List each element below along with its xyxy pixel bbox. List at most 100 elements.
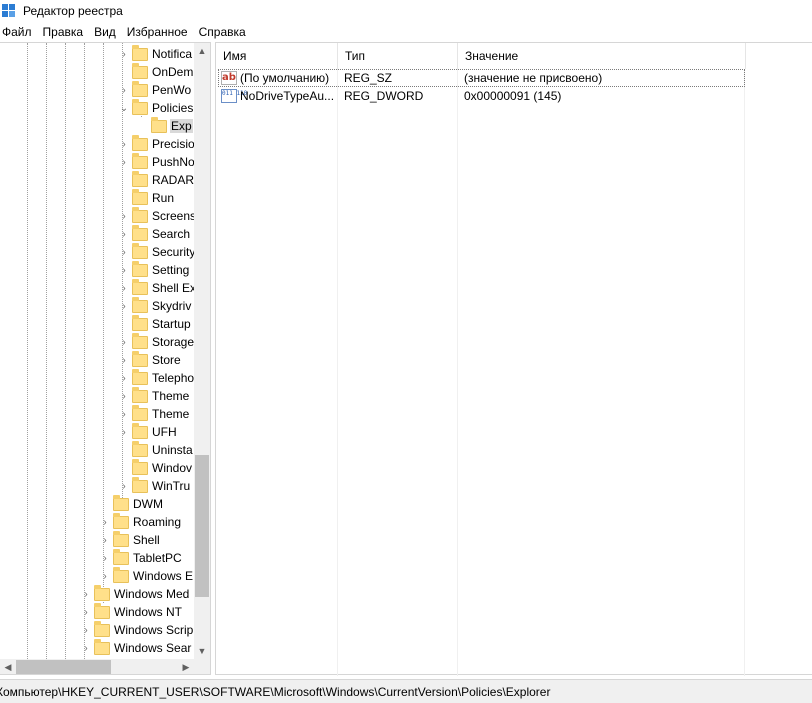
scroll-down-arrow-icon[interactable]: ▼ [194,643,210,659]
tree-item[interactable]: › Windows E [99,566,194,585]
tree-item[interactable]: Windov [118,458,193,477]
tree-item[interactable]: › Windows Sear [80,638,192,657]
expand-chevron-icon[interactable]: › [118,45,130,63]
expand-chevron-icon[interactable]: › [99,549,111,567]
tree-item[interactable]: › Skydriv [118,296,192,315]
expand-chevron-icon[interactable]: › [118,369,130,387]
menu-view[interactable]: Вид [91,25,121,39]
tree-item[interactable]: › TabletPC [99,548,183,567]
tree-item[interactable]: OnDem [118,62,194,81]
tree-item[interactable]: Run [118,188,175,207]
tree-item-label: Windows NT [114,605,183,619]
tree-item-label: PenWo [152,83,192,97]
tree-item[interactable]: › Windows Scrip [80,620,194,639]
tree-horizontal-scroll-thumb[interactable] [16,660,111,674]
folder-icon [113,512,129,529]
expand-chevron-icon[interactable]: › [118,477,130,495]
tree-item-label: Policies [152,101,194,115]
menu-file[interactable]: Файл [0,25,37,39]
tree-item[interactable]: › Shell Ex [118,278,194,297]
tree-item[interactable]: › PenWo [118,80,192,99]
scroll-up-arrow-icon[interactable]: ▲ [194,43,210,59]
column-value-header[interactable]: Значение [458,43,746,69]
tree-item[interactable]: › WinTru [118,476,191,495]
menu-help[interactable]: Справка [196,25,251,39]
tree-item[interactable]: › PushNo [118,152,194,171]
value-name-cell: ab (По умолчанию) [221,70,339,86]
tree-item[interactable]: › UFH [118,422,178,441]
tree-item[interactable]: › Roaming [99,512,182,531]
expand-chevron-icon[interactable]: › [80,639,92,657]
folder-icon [113,494,129,511]
expand-chevron-icon[interactable]: › [118,297,130,315]
expand-chevron-icon[interactable]: › [80,585,92,603]
menu-favorites[interactable]: Избранное [124,25,193,39]
value-data-cell: 0x00000091 (145) [464,88,744,104]
column-separator [337,69,338,676]
expand-chevron-icon[interactable]: › [99,567,111,585]
expand-chevron-icon[interactable]: › [118,333,130,351]
menu-edit[interactable]: Правка [40,25,89,39]
expand-chevron-icon[interactable]: › [80,621,92,639]
expand-chevron-icon[interactable]: › [80,603,92,621]
tree-item[interactable]: Exp [137,116,193,135]
value-type-cell: REG_SZ [344,70,459,86]
registry-tree-pane[interactable]: › Notifica OnDem › PenWo ⌄ Policies Exp › Precisi… [0,42,211,675]
scroll-right-arrow-icon[interactable]: ▶ [178,659,194,674]
expand-chevron-icon[interactable]: › [118,81,130,99]
tree-item[interactable]: RADAR [118,170,194,189]
expand-chevron-icon[interactable]: › [118,423,130,441]
tree-guide-line [46,43,47,659]
tree-item[interactable]: DWM [99,494,164,513]
tree-item[interactable]: › Storage [118,332,194,351]
scrollbar-corner [194,659,210,674]
expand-chevron-icon[interactable]: › [99,531,111,549]
tree-item[interactable]: › Security [118,242,194,261]
expand-chevron-icon[interactable]: › [118,387,130,405]
title-bar: Редактор реестра [0,0,812,22]
value-row[interactable]: ab (По умолчанию) REG_SZ (значение не пр… [218,69,745,87]
expand-chevron-icon[interactable]: › [99,513,111,531]
tree-horizontal-scrollbar[interactable]: ◀ ▶ [0,659,194,674]
expand-chevron-icon[interactable]: › [118,153,130,171]
value-data: 0x00000091 (145) [464,89,562,103]
tree-item[interactable]: › Precisio [118,134,194,153]
tree-item[interactable]: › Shell [99,530,161,549]
registry-values-pane[interactable]: Имя Тип Значение ab (По умолчанию) REG_S… [215,42,812,676]
tree-item-label: OnDem [152,65,194,79]
expand-chevron-icon[interactable]: › [118,405,130,423]
expand-chevron-icon[interactable]: › [118,243,130,261]
expand-chevron-icon[interactable]: › [118,261,130,279]
value-type: REG_DWORD [344,89,424,103]
collapse-chevron-icon[interactable]: ⌄ [118,99,130,117]
tree-item[interactable]: Uninsta [118,440,194,459]
column-type-header[interactable]: Тип [338,43,458,69]
tree-vertical-scroll-thumb[interactable] [195,455,209,597]
expand-chevron-icon[interactable]: › [118,135,130,153]
tree-item[interactable]: › Windows NT [80,602,183,621]
tree-item[interactable]: › Theme [118,404,190,423]
column-name-header[interactable]: Имя [216,43,338,69]
tree-item[interactable]: ⌄ Policies [118,98,194,117]
expand-chevron-icon [118,171,130,189]
tree-item-label: Theme [152,407,190,421]
tree-item[interactable]: › Setting [118,260,190,279]
tree-vertical-scrollbar[interactable]: ▲ ▼ [194,43,210,659]
tree-item-label: Telepho [152,371,194,385]
value-row[interactable]: 011 110 NoDriveTypeAu... REG_DWORD 0x000… [218,88,745,106]
expand-chevron-icon[interactable]: › [118,207,130,225]
tree-item-label: Theme [152,389,190,403]
tree-item[interactable]: › Search [118,224,191,243]
tree-item[interactable]: › Notifica [118,44,193,63]
tree-item-label: Store [152,353,181,367]
expand-chevron-icon[interactable]: › [118,225,130,243]
expand-chevron-icon[interactable]: › [118,279,130,297]
scroll-left-arrow-icon[interactable]: ◀ [0,659,16,674]
tree-item[interactable]: › Theme [118,386,190,405]
tree-item[interactable]: Startup [118,314,192,333]
tree-item[interactable]: › Screens [118,206,194,225]
expand-chevron-icon[interactable]: › [118,351,130,369]
tree-item[interactable]: › Telepho [118,368,194,387]
tree-item[interactable]: › Store [118,350,182,369]
tree-item[interactable]: › Windows Med [80,584,190,603]
